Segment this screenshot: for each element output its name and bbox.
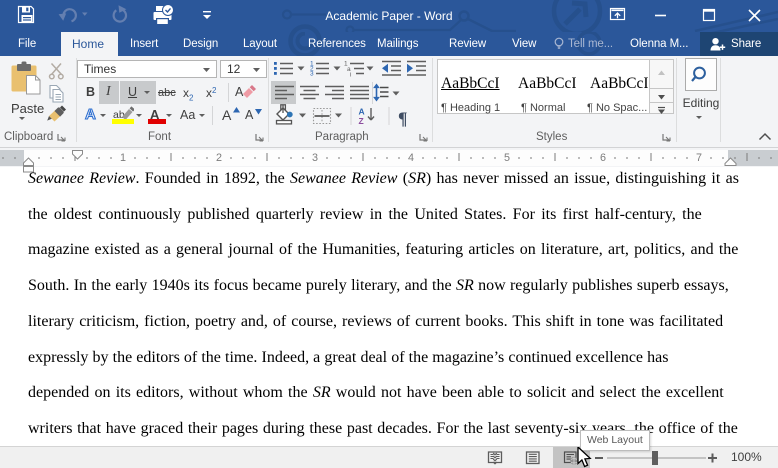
svg-text:3: 3 bbox=[310, 71, 314, 78]
svg-text:6: 6 bbox=[600, 152, 606, 164]
svg-text:¶: ¶ bbox=[398, 109, 407, 129]
svg-text:1: 1 bbox=[120, 152, 126, 164]
svg-text:7: 7 bbox=[696, 152, 702, 164]
svg-text:i: i bbox=[350, 72, 351, 79]
svg-text:5: 5 bbox=[504, 152, 510, 164]
svg-text:4: 4 bbox=[408, 152, 414, 164]
svg-text:A: A bbox=[359, 107, 365, 117]
svg-text:Z: Z bbox=[359, 116, 364, 126]
svg-text:3: 3 bbox=[312, 152, 318, 164]
svg-text:2: 2 bbox=[216, 152, 222, 164]
